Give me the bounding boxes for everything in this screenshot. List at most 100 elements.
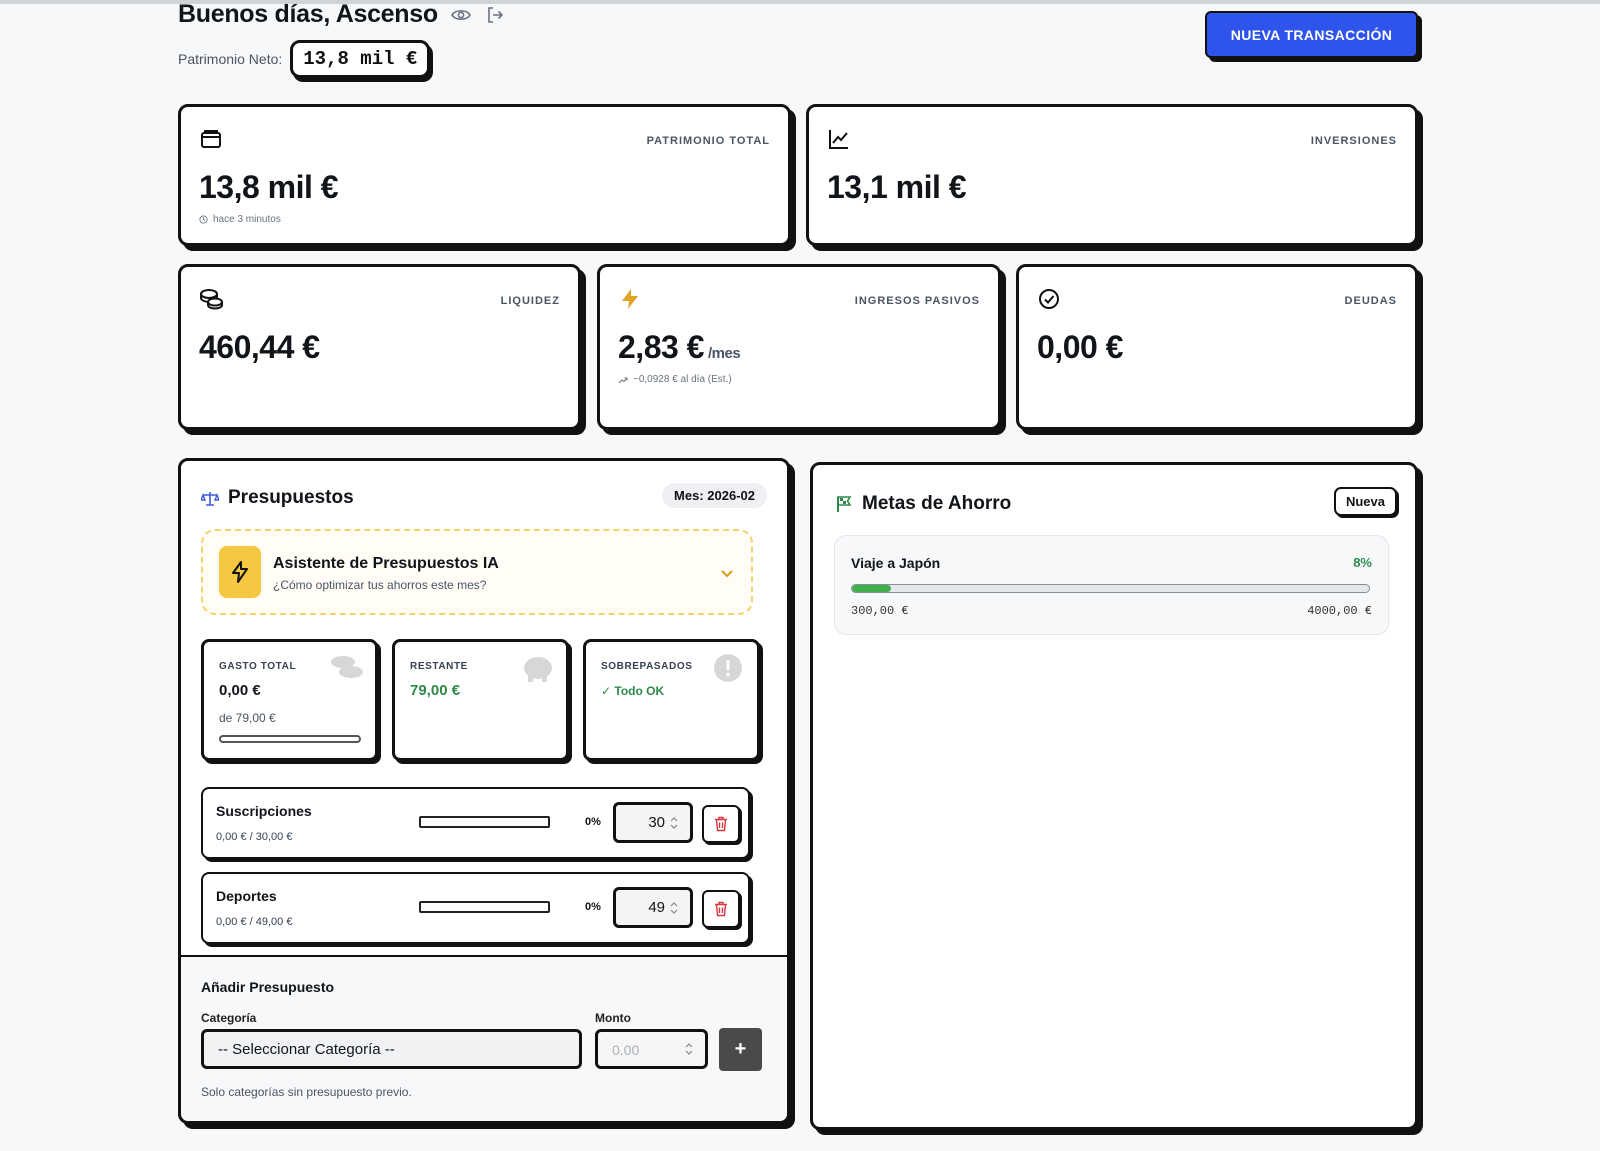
budget-limit-input[interactable]: 49 [613,887,693,928]
summary-restante-card: RESTANTE 79,00 € [392,639,569,761]
category-label: Categoría [201,1011,257,1025]
lightning-icon [219,546,261,598]
spinner-icon [685,1043,693,1055]
stat-value: 13,1 mil € [827,169,967,205]
goal-target: 4000,00 € [1307,604,1372,618]
goal-progress-fill [852,585,891,592]
goals-title-row: Metas de Ahorro [835,493,1011,515]
spinner-icon [670,902,678,914]
stat-card-deudas: DEUDAS 0,00 € [1016,264,1418,430]
wallet-icon [199,127,223,151]
stat-card-inversiones: INVERSIONES 13,1 mil € [806,104,1418,246]
ai-subtitle: ¿Cómo optimizar tus ahorros este mes? [273,578,487,592]
delete-budget-button[interactable] [702,805,740,843]
check-circle-icon [1037,287,1061,311]
trash-icon [715,901,727,917]
stat-card-liquidez: LIQUIDEZ 460,44 € [178,264,581,430]
stat-label: INVERSIONES [1310,135,1397,147]
stat-sub-text: hace 3 minutos [213,214,281,225]
add-budget-button[interactable]: + [719,1028,762,1071]
clock-icon [199,215,208,224]
budget-percent: 0% [585,816,601,828]
delete-budget-button[interactable] [702,890,740,928]
alert-circle-icon [711,652,747,684]
stat-label: LIQUIDEZ [500,295,560,307]
goal-card[interactable]: Viaje a Japón 8% 300,00 € 4000,00 € [834,535,1389,635]
stat-label: DEUDAS [1344,295,1397,307]
summary-sub: de 79,00 € [219,711,276,725]
summary-sobrepasados-card: SOBREPASADOS ✓ Todo OK [583,639,760,761]
chevron-down-icon[interactable] [719,565,735,581]
budget-progress-bar [419,816,550,828]
stat-sub: hace 3 minutos [199,214,281,225]
budgets-title: Presupuestos [228,487,354,508]
budget-amount: 0,00 € / 30,00 € [216,831,293,843]
new-transaction-button[interactable]: NUEVA TRANSACCIÓN [1205,11,1418,58]
new-goal-button[interactable]: Nueva [1333,487,1397,516]
gasto-progress-bar [219,735,361,743]
summary-value: ✓ Todo OK [601,684,665,698]
goal-name: Viaje a Japón [851,555,941,571]
summary-label: GASTO TOTAL [219,661,297,672]
stat-label: INGRESOS PASIVOS [854,295,980,307]
summary-label: SOBREPASADOS [601,661,693,672]
greeting-title: Buenos días, Ascenso [178,0,438,28]
spinner-icon [670,817,678,829]
stat-sub: ~0,0928 € al día (Est.) [618,374,732,385]
scale-icon [201,492,219,506]
trash-icon [715,816,727,832]
add-budget-title: Añadir Presupuesto [201,979,335,995]
budget-row: Deportes 0,00 € / 49,00 € 0% 49 [201,872,750,944]
stat-label: PATRIMONIO TOTAL [646,135,770,147]
stat-card-ingresos: INGRESOS PASIVOS 2,83 €/mes ~0,0928 € al… [597,264,1001,430]
stat-value-unit: /mes [707,345,741,362]
goals-title: Metas de Ahorro [862,493,1012,514]
trend-up-icon [618,377,628,383]
goals-panel: Metas de Ahorro Nueva Viaje a Japón 8% 3… [810,462,1418,1130]
goal-percent: 8% [1353,555,1372,570]
stat-sub-text: ~0,0928 € al día (Est.) [633,374,732,385]
stat-value: 13,8 mil € [199,169,339,205]
amount-placeholder: 0.00 [612,1042,640,1058]
coins-icon [199,287,223,311]
eye-icon[interactable] [450,4,472,26]
coins-icon [329,652,365,684]
budgets-panel: Presupuestos Mes: 2026-02 Asistente de P… [178,458,790,1124]
greeting-row: Buenos días, Ascenso [178,0,506,29]
goal-current: 300,00 € [851,604,909,618]
amount-input[interactable]: 0.00 [595,1029,708,1069]
summary-value: 0,00 € [219,682,261,699]
stat-value: 2,83 €/mes [618,329,741,366]
goal-progress-bar [851,584,1370,593]
networth-row: Patrimonio Neto: 13,8 mil € [178,40,431,78]
budget-percent: 0% [585,901,601,913]
budget-name: Deportes [216,888,277,904]
add-budget-section: Añadir Presupuesto Categoría Monto -- Se… [181,955,787,1121]
networth-badge: 13,8 mil € [290,40,431,78]
add-budget-help: Solo categorías sin presupuesto previo. [201,1085,412,1099]
ai-title: Asistente de Presupuestos IA [273,555,499,572]
logout-icon[interactable] [484,4,506,26]
month-pill: Mes: 2026-02 [662,483,767,508]
budget-name: Suscripciones [216,803,312,819]
stat-value: 460,44 € [199,329,320,365]
piggy-bank-icon [520,652,556,684]
budget-progress-bar [419,901,550,913]
summary-label: RESTANTE [410,661,468,672]
networth-label: Patrimonio Neto: [178,51,283,67]
budget-limit-input[interactable]: 30 [613,802,693,843]
budget-limit-value: 49 [648,899,665,916]
lightning-icon [618,287,642,311]
summary-value: 79,00 € [410,682,461,699]
flag-icon [837,496,852,512]
budgets-title-row: Presupuestos [201,487,354,509]
amount-label: Monto [595,1011,631,1025]
stat-value-amount: 2,83 € [618,329,704,365]
chart-line-icon [827,127,851,151]
stat-value: 0,00 € [1037,329,1123,365]
category-select[interactable]: -- Seleccionar Categoría -- [201,1029,582,1069]
budget-amount: 0,00 € / 49,00 € [216,916,293,928]
summary-gasto-card: GASTO TOTAL 0,00 € de 79,00 € [201,639,378,761]
budget-row: Suscripciones 0,00 € / 30,00 € 0% 30 [201,787,750,859]
ai-assistant-box[interactable]: Asistente de Presupuestos IA ¿Cómo optim… [201,529,753,615]
